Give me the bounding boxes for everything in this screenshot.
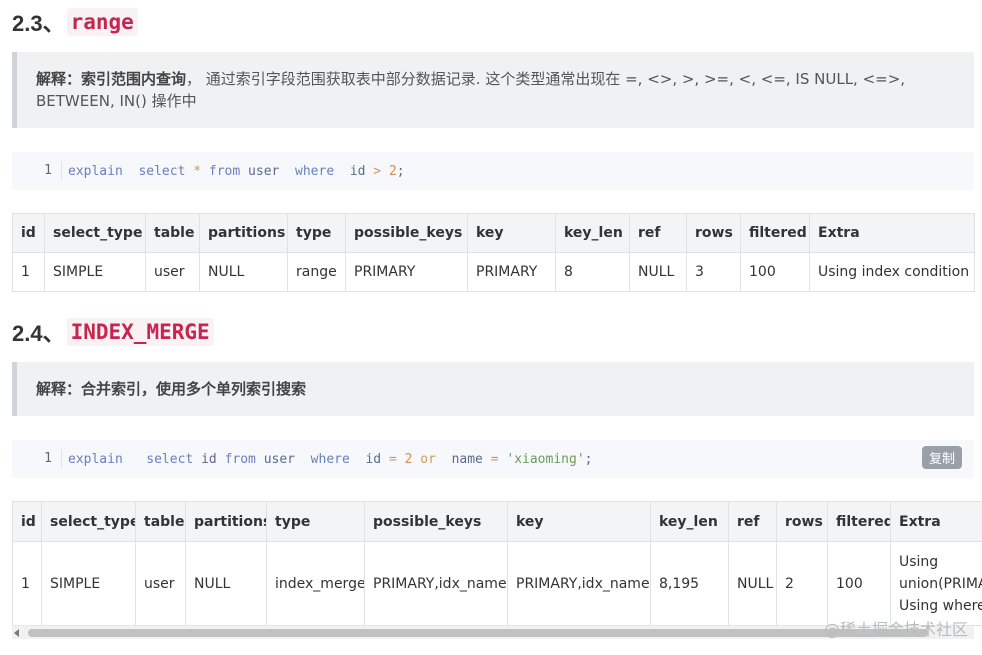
table-cell: user (135, 541, 186, 626)
table-cell: PRIMARY (345, 252, 468, 292)
table-cell: range (287, 252, 346, 292)
table-cell: 100 (827, 541, 891, 626)
table-cell: SIMPLE (44, 252, 146, 292)
header-cell: Extra (890, 501, 982, 542)
header-cell: key (507, 501, 651, 542)
table-cell: 3 (686, 252, 741, 292)
header-cell: ref (728, 501, 777, 542)
table-cell-extra: Using union(PRIMA Using where (890, 541, 982, 626)
header-cell: table (145, 213, 200, 253)
note-label: 解释：合并索引，使用多个单列索引搜索 (36, 380, 307, 398)
table-cell: 2 (776, 541, 828, 626)
table-cell: user (145, 252, 200, 292)
table-cell: 1 (12, 541, 42, 626)
table-header-row: id select_type table partitions type pos… (12, 213, 975, 253)
table-cell: NULL (629, 252, 687, 292)
section-heading-range: 2.3、 range (12, 6, 138, 38)
scroll-left-arrow-icon[interactable] (14, 629, 19, 637)
table-cell: PRIMARY,idx_name (507, 541, 651, 626)
table-cell: NULL (728, 541, 777, 626)
table-cell: NULL (185, 541, 267, 626)
range-explain-table: id select_type table partitions type pos… (12, 213, 975, 292)
section-heading-index-merge: 2.4、 INDEX_MERGE (12, 316, 214, 348)
header-cell: ref (629, 213, 687, 253)
table-cell: PRIMARY (467, 252, 556, 292)
section-keyword: INDEX_MERGE (66, 318, 214, 346)
table-row: 1 SIMPLE user NULL range PRIMARY PRIMARY… (12, 252, 975, 292)
header-cell: id (12, 213, 45, 253)
extra-line: union(PRIMA (899, 575, 982, 592)
extra-line: Using where (899, 597, 982, 614)
header-cell: filtered (740, 213, 810, 253)
table-cell: NULL (199, 252, 288, 292)
section-number: 2.4、 (12, 321, 65, 346)
table-cell: Using index condition (809, 252, 975, 292)
header-cell: rows (686, 213, 741, 253)
code-line: explain select * from user where id > 2; (68, 163, 405, 179)
header-cell: key_len (650, 501, 729, 542)
index-merge-code-block: 1 explain select id from user where id =… (12, 440, 974, 478)
table-cell: 8,195 (650, 541, 729, 626)
header-cell: partitions (185, 501, 267, 542)
watermark: @稀土掘金技术社区 (823, 620, 968, 639)
line-number: 1 (12, 161, 62, 181)
copy-button[interactable]: 复制 (921, 446, 962, 469)
table-cell: PRIMARY,idx_name (364, 541, 508, 626)
table-header-row: id select_type table partitions type pos… (12, 501, 982, 542)
header-cell: filtered (827, 501, 891, 542)
scrollbar-thumb[interactable] (28, 629, 928, 637)
table-row: 1 SIMPLE user NULL index_merge PRIMARY,i… (12, 541, 982, 626)
section-keyword: range (66, 8, 138, 36)
table-cell: 100 (740, 252, 810, 292)
table-cell: index_merge (266, 541, 365, 626)
header-cell: type (266, 501, 365, 542)
code-line: explain select id from user where id = 2… (68, 451, 593, 467)
header-cell: possible_keys (364, 501, 508, 542)
header-cell: key_len (555, 213, 630, 253)
range-code-block: 1 explain select * from user where id > … (12, 152, 974, 190)
section-number: 2.3、 (12, 11, 65, 36)
header-cell: key (467, 213, 556, 253)
header-cell: partitions (199, 213, 288, 253)
range-explanation: 解释：索引范围内查询， 通过索引字段范围获取表中部分数据记录. 这个类型通常出现… (12, 52, 974, 128)
extra-line: Using (899, 553, 939, 570)
note-label: 解释：索引范围内查询 (36, 70, 187, 88)
header-cell: type (287, 213, 346, 253)
header-cell: select_type (41, 501, 136, 542)
header-cell: id (12, 501, 42, 542)
table-cell: 8 (555, 252, 630, 292)
header-cell: select_type (44, 213, 146, 253)
line-number: 1 (12, 449, 62, 469)
header-cell: table (135, 501, 186, 542)
index-merge-explanation: 解释：合并索引，使用多个单列索引搜索 (12, 362, 974, 416)
header-cell: possible_keys (345, 213, 468, 253)
table-cell: 1 (12, 252, 45, 292)
index-merge-explain-table: id select_type table partitions type pos… (12, 501, 982, 626)
header-cell: Extra (809, 213, 975, 253)
header-cell: rows (776, 501, 828, 542)
table-cell: SIMPLE (41, 541, 136, 626)
